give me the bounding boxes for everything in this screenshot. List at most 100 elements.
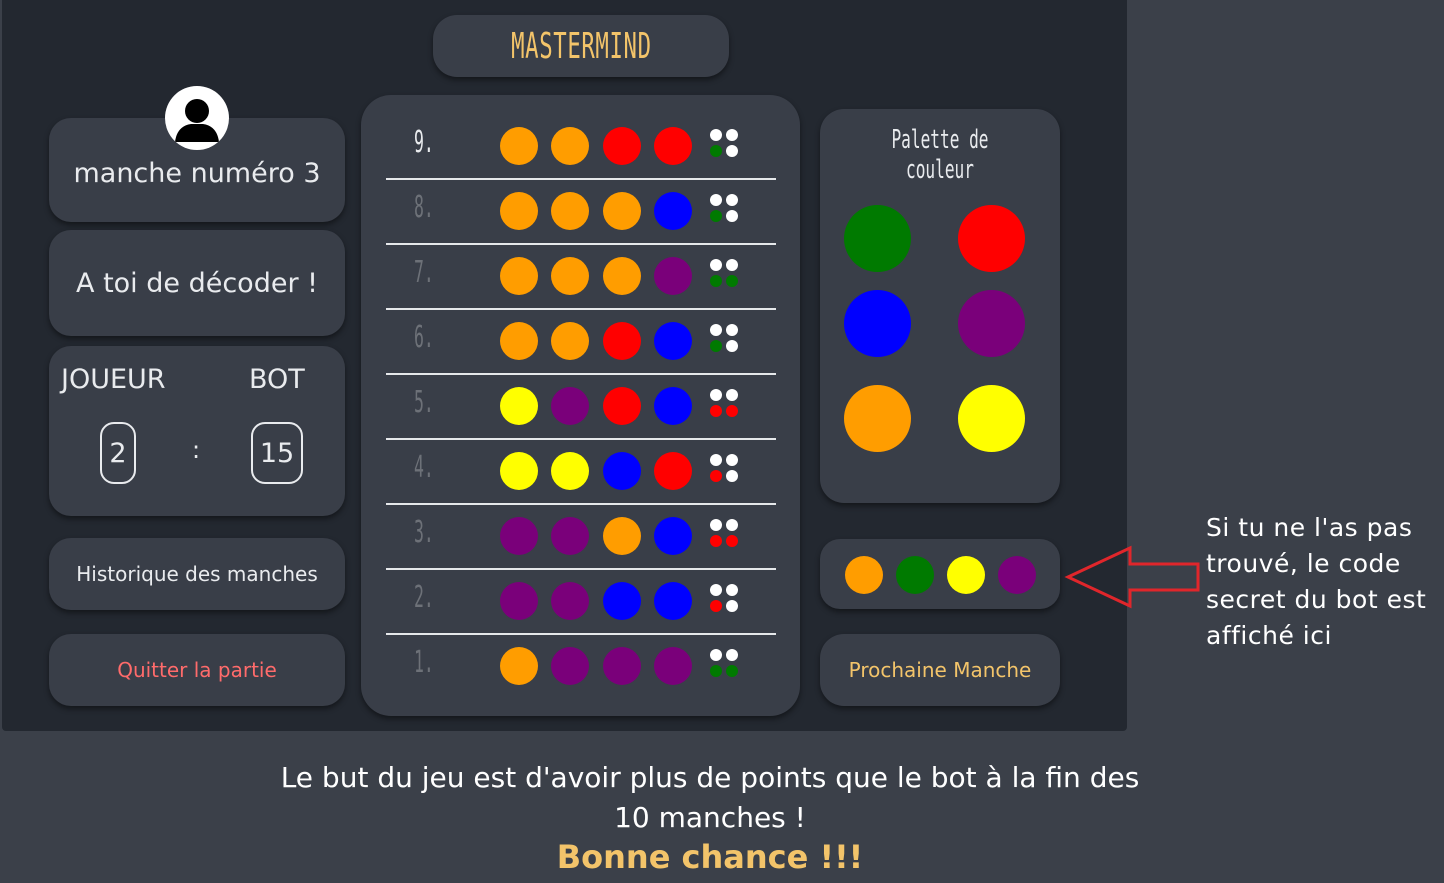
next-round-button[interactable]: Prochaine Manche bbox=[820, 634, 1060, 706]
row-number: 2. bbox=[414, 580, 434, 615]
secret-peg-green bbox=[896, 556, 934, 594]
guess-row: 6. bbox=[386, 310, 776, 375]
guess-peg-red bbox=[603, 322, 641, 360]
secret-code-card bbox=[820, 539, 1060, 609]
round-label: manche numéro 3 bbox=[73, 157, 321, 189]
history-button[interactable]: Historique des manches bbox=[49, 538, 345, 610]
palette-color-orange[interactable] bbox=[844, 385, 911, 452]
guess-row: 5. bbox=[386, 375, 776, 440]
feedback-peg-white bbox=[726, 259, 738, 271]
good-luck-text: Bonne chance !!! bbox=[556, 838, 864, 876]
feedback-peg-white bbox=[710, 194, 722, 206]
quit-button[interactable]: Quitter la partie bbox=[49, 634, 345, 706]
feedback-peg-red bbox=[726, 535, 738, 547]
color-palette: Palette de couleur bbox=[820, 109, 1060, 503]
feedback-peg-white bbox=[710, 129, 722, 141]
palette-color-blue[interactable] bbox=[844, 290, 911, 357]
feedback-peg-green bbox=[726, 665, 738, 677]
guess-peg-purple bbox=[654, 257, 692, 295]
feedback-peg-white bbox=[726, 324, 738, 336]
guess-peg-yellow bbox=[551, 452, 589, 490]
guess-peg-purple bbox=[551, 647, 589, 685]
secret-peg-yellow bbox=[947, 556, 985, 594]
feedback-peg-green bbox=[710, 145, 722, 157]
guess-peg-orange bbox=[551, 322, 589, 360]
feedback-pegs bbox=[710, 324, 740, 354]
guess-peg-orange bbox=[603, 192, 641, 230]
guess-peg-blue bbox=[654, 322, 692, 360]
guess-peg-purple bbox=[551, 582, 589, 620]
feedback-peg-white bbox=[710, 519, 722, 531]
guess-row: 2. bbox=[386, 570, 776, 635]
feedback-pegs bbox=[710, 259, 740, 289]
guess-peg-purple bbox=[551, 387, 589, 425]
quit-button-label: Quitter la partie bbox=[117, 658, 277, 682]
feedback-peg-white bbox=[726, 470, 738, 482]
row-number: 5. bbox=[414, 385, 434, 420]
feedback-peg-white bbox=[726, 340, 738, 352]
guess-peg-yellow bbox=[500, 452, 538, 490]
feedback-peg-green bbox=[710, 665, 722, 677]
feedback-peg-green bbox=[710, 210, 722, 222]
guess-peg-purple bbox=[603, 647, 641, 685]
guess-row: 1. bbox=[386, 635, 776, 700]
guess-peg-blue bbox=[654, 517, 692, 555]
feedback-peg-white bbox=[710, 259, 722, 271]
guess-peg-red bbox=[654, 127, 692, 165]
feedback-peg-white bbox=[710, 649, 722, 661]
palette-color-red[interactable] bbox=[958, 205, 1025, 272]
secret-code-annotation: Si tu ne l'as pas trouvé, le code secret… bbox=[1206, 513, 1427, 650]
player-score: 2 bbox=[100, 422, 136, 484]
goal-line-2: 10 manches ! bbox=[614, 801, 806, 834]
feedback-peg-white bbox=[726, 584, 738, 596]
feedback-peg-white bbox=[710, 324, 722, 336]
feedback-pegs bbox=[710, 454, 740, 484]
feedback-peg-white bbox=[710, 454, 722, 466]
guess-peg-orange bbox=[603, 257, 641, 295]
guess-peg-orange bbox=[500, 192, 538, 230]
guess-board: 9. 8. 7. 6. 5. 4. 3. 2. 1. bbox=[361, 95, 800, 716]
guess-row: 9. bbox=[386, 115, 776, 180]
guess-peg-purple bbox=[654, 647, 692, 685]
feedback-pegs bbox=[710, 649, 740, 679]
next-round-label: Prochaine Manche bbox=[848, 658, 1032, 682]
score-card: JOUEUR BOT 2 : 15 bbox=[49, 346, 345, 516]
guess-peg-blue bbox=[654, 387, 692, 425]
title-card: MASTERMIND bbox=[433, 15, 729, 77]
game-title: MASTERMIND bbox=[510, 25, 652, 67]
feedback-peg-white bbox=[726, 600, 738, 612]
guess-peg-purple bbox=[551, 517, 589, 555]
feedback-pegs bbox=[710, 129, 740, 159]
feedback-peg-white bbox=[710, 389, 722, 401]
secret-peg-purple bbox=[998, 556, 1036, 594]
left-arrow-outline-icon bbox=[1064, 545, 1200, 609]
guess-peg-blue bbox=[603, 452, 641, 490]
guess-peg-orange bbox=[500, 322, 538, 360]
guess-peg-blue bbox=[654, 582, 692, 620]
palette-color-green[interactable] bbox=[844, 205, 911, 272]
palette-color-yellow[interactable] bbox=[958, 385, 1025, 452]
palette-color-purple[interactable] bbox=[958, 290, 1025, 357]
guess-peg-blue bbox=[654, 192, 692, 230]
row-number: 6. bbox=[414, 320, 434, 355]
feedback-peg-white bbox=[726, 145, 738, 157]
feedback-pegs bbox=[710, 194, 740, 224]
feedback-peg-green bbox=[710, 340, 722, 352]
row-number: 8. bbox=[414, 190, 434, 225]
guess-peg-orange bbox=[551, 192, 589, 230]
goal-text: Le but du jeu est d'avoir plus de points… bbox=[200, 758, 1220, 838]
bot-score: 15 bbox=[251, 422, 303, 484]
guess-peg-orange bbox=[603, 517, 641, 555]
feedback-peg-white bbox=[726, 210, 738, 222]
guess-peg-red bbox=[603, 387, 641, 425]
feedback-peg-white bbox=[726, 519, 738, 531]
guess-row: 4. bbox=[386, 440, 776, 505]
feedback-peg-green bbox=[726, 275, 738, 287]
guess-peg-purple bbox=[500, 517, 538, 555]
guess-peg-red bbox=[603, 127, 641, 165]
player-label: JOUEUR bbox=[61, 364, 166, 395]
feedback-peg-white bbox=[726, 389, 738, 401]
history-button-label: Historique des manches bbox=[76, 562, 318, 586]
guess-peg-orange bbox=[551, 127, 589, 165]
feedback-peg-white bbox=[726, 649, 738, 661]
